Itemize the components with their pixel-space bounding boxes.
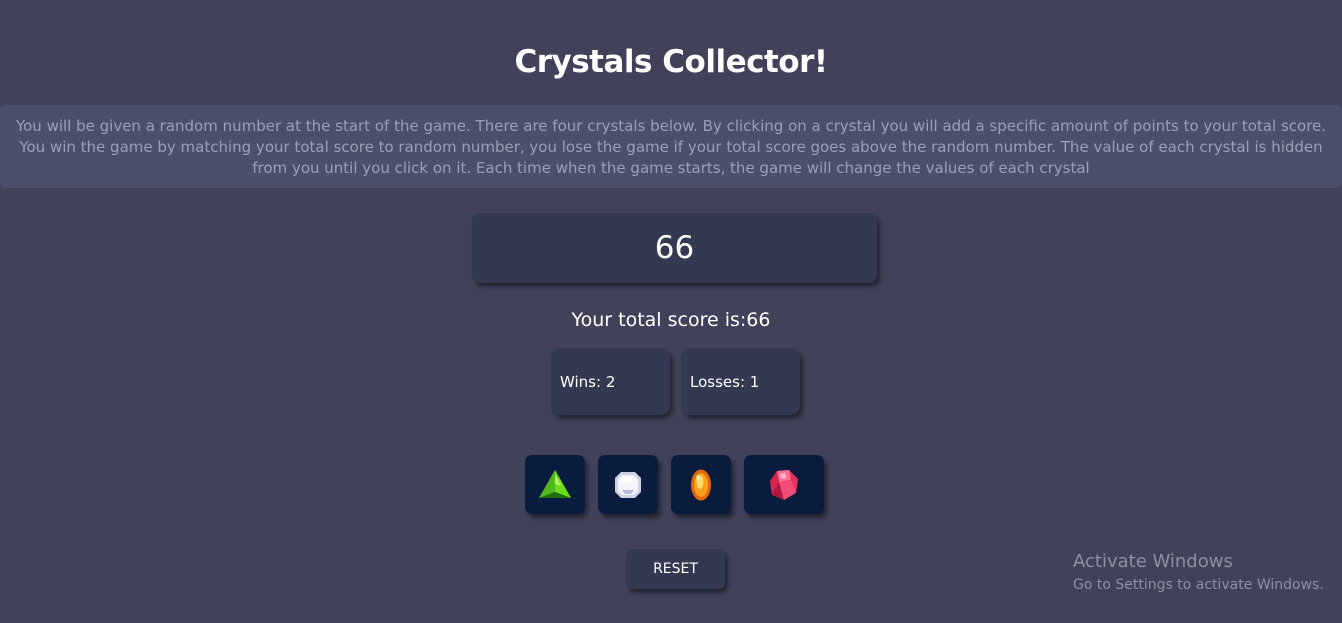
red-crystal-icon [770,469,798,500]
total-score: Your total score is:66 [0,309,1342,331]
orange-crystal-icon [691,469,711,500]
green-crystal-button[interactable] [525,455,585,514]
wins-label: Wins: [560,372,606,391]
total-score-value: 66 [746,309,771,331]
white-crystal-icon [615,471,641,498]
orange-crystal-button[interactable] [671,455,731,514]
watermark-subtitle: Go to Settings to activate Windows. [1073,577,1324,593]
green-crystal-icon [539,469,571,498]
total-score-label: Your total score is: [571,309,747,331]
instructions-text: You will be given a random number at the… [0,105,1342,188]
wins-box: Wins: 2 [551,348,670,415]
reset-button[interactable]: RESET [626,549,725,589]
page-title: Crystals Collector! [514,44,828,80]
activate-windows-watermark: Activate Windows Go to Settings to activ… [1073,551,1324,595]
losses-label: Losses: [690,372,750,391]
red-crystal-button[interactable] [744,455,824,514]
white-crystal-button[interactable] [598,455,658,514]
wins-value: 2 [605,372,616,391]
target-number: 66 [472,213,877,283]
losses-box: Losses: 1 [681,348,800,415]
watermark-title: Activate Windows [1073,551,1233,572]
losses-value: 1 [749,372,760,391]
